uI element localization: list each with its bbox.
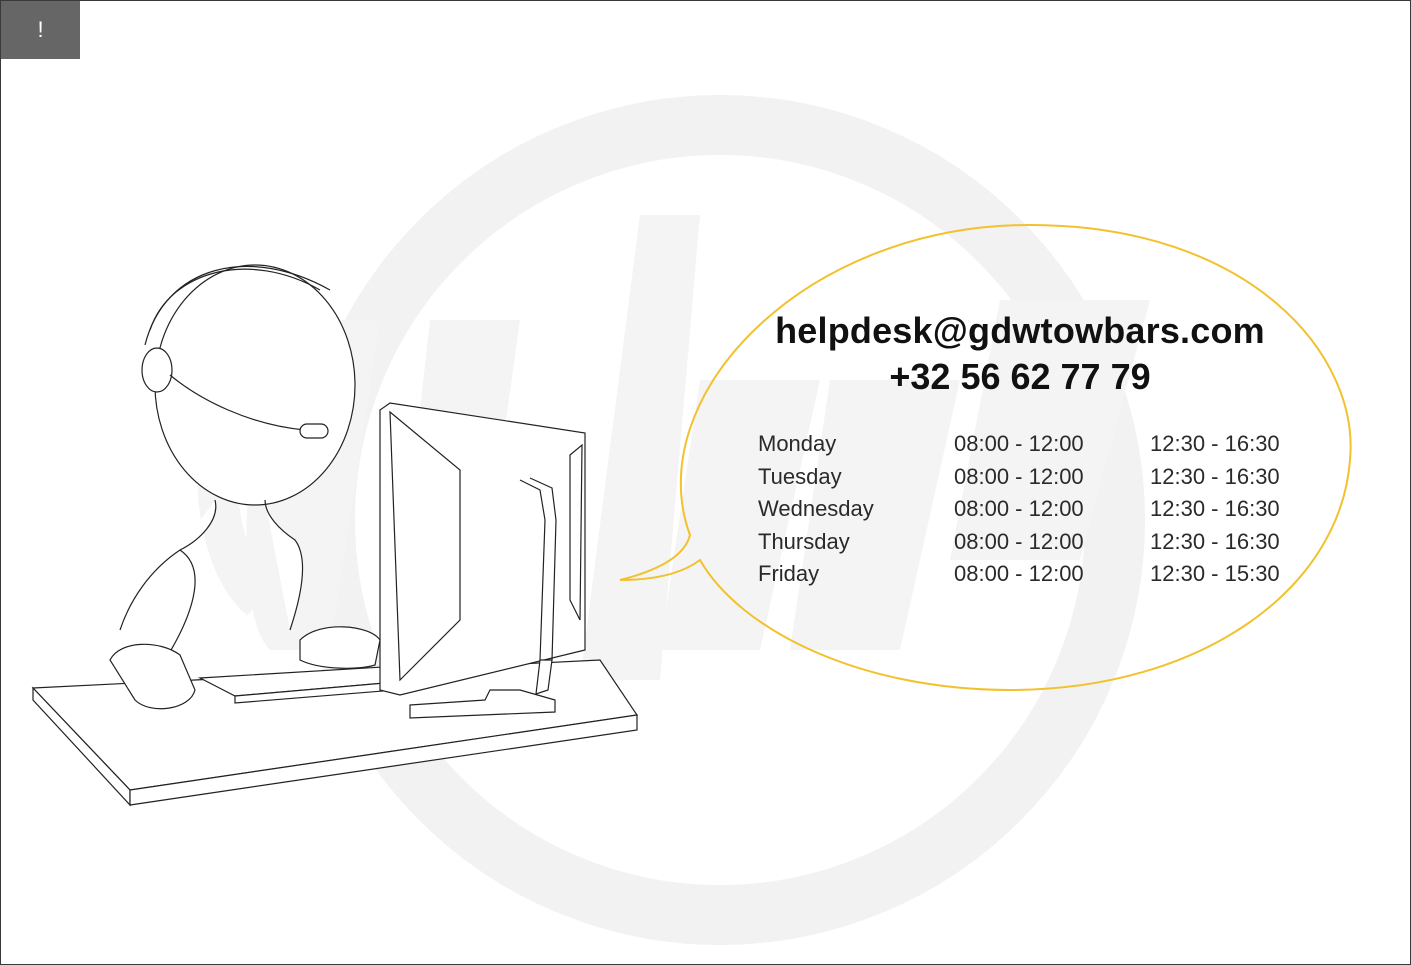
hours-afternoon: 12:30 - 15:30 bbox=[1150, 561, 1280, 587]
hours-afternoon: 12:30 - 16:30 bbox=[1150, 431, 1280, 457]
exclamation-icon: ! bbox=[37, 17, 44, 42]
hours-afternoon: 12:30 - 16:30 bbox=[1150, 528, 1280, 554]
hours-row: Wednesday 08:00 - 12:00 12:30 - 16:30 bbox=[758, 493, 1280, 526]
hours-afternoon: 12:30 - 16:30 bbox=[1150, 463, 1280, 489]
hours-day: Wednesday bbox=[758, 496, 874, 522]
hours-afternoon: 12:30 - 16:30 bbox=[1150, 496, 1280, 522]
helpdesk-email[interactable]: helpdesk@gdwtowbars.com bbox=[700, 308, 1340, 354]
hours-morning: 08:00 - 12:00 bbox=[954, 496, 1084, 522]
helpdesk-phone[interactable]: +32 56 62 77 79 bbox=[700, 354, 1340, 400]
hours-morning: 08:00 - 12:00 bbox=[954, 561, 1084, 587]
hours-row: Friday 08:00 - 12:00 12:30 - 15:30 bbox=[758, 558, 1280, 591]
opening-hours-table: Monday 08:00 - 12:00 12:30 - 16:30 Tuesd… bbox=[758, 428, 1280, 591]
hours-row: Tuesday 08:00 - 12:00 12:30 - 16:30 bbox=[758, 461, 1280, 494]
contact-info: helpdesk@gdwtowbars.com +32 56 62 77 79 bbox=[700, 308, 1340, 400]
alert-tab-button[interactable]: ! bbox=[1, 1, 80, 59]
hours-row: Thursday 08:00 - 12:00 12:30 - 16:30 bbox=[758, 526, 1280, 559]
hours-day: Friday bbox=[758, 561, 820, 587]
hours-day: Thursday bbox=[758, 528, 850, 554]
hours-day: Monday bbox=[758, 431, 837, 457]
hours-morning: 08:00 - 12:00 bbox=[954, 431, 1084, 457]
hours-row: Monday 08:00 - 12:00 12:30 - 16:30 bbox=[758, 428, 1280, 461]
hours-morning: 08:00 - 12:00 bbox=[954, 463, 1084, 489]
hours-morning: 08:00 - 12:00 bbox=[954, 528, 1084, 554]
hours-day: Tuesday bbox=[758, 463, 842, 489]
